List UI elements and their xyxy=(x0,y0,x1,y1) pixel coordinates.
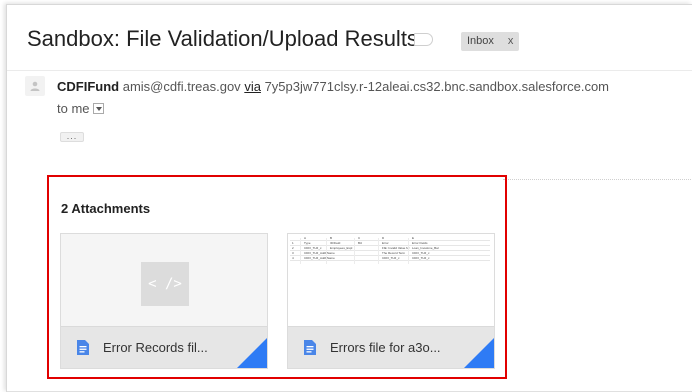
email-subject: Sandbox: File Validation/Upload Results xyxy=(27,26,418,51)
recipient-text: to me xyxy=(57,101,90,116)
subject-row: Sandbox: File Validation/Upload Results … xyxy=(7,5,692,71)
person-icon xyxy=(25,76,45,96)
download-corner xyxy=(464,338,494,368)
show-trimmed-content-button[interactable]: ... xyxy=(60,132,84,142)
chevron-down-icon[interactable] xyxy=(92,103,104,114)
inbox-label-chip[interactable]: Inbox x xyxy=(461,32,520,51)
sheet-gridline xyxy=(408,238,409,264)
code-file-icon: < /> xyxy=(141,262,189,306)
divider xyxy=(503,179,692,180)
recipient-line: to me xyxy=(57,101,104,116)
sheet-gridline xyxy=(378,238,379,264)
attachments-title: 2 Attachments xyxy=(61,201,151,216)
sheet-gridline xyxy=(354,238,355,264)
spreadsheet-preview: A B C D E 1 Type ID/Field Biz Error Erro… xyxy=(288,234,494,328)
attachment-card[interactable]: A B C D E 1 Type ID/Field Biz Error Erro… xyxy=(287,233,495,369)
attachment-card[interactable]: < /> Error Records fil... xyxy=(60,233,268,369)
inbox-label-text: Inbox xyxy=(467,35,494,47)
document-icon xyxy=(77,340,89,355)
sender-email: amis@cdfi.treas.gov xyxy=(122,79,241,94)
email-view: Sandbox: File Validation/Upload Results … xyxy=(6,4,692,392)
attachments-section: 2 Attachments < /> Error Records fil... … xyxy=(47,175,507,379)
sender-name[interactable]: CDFIFund xyxy=(57,79,119,94)
relay-domain: 7y5p3jw771clsy.r-12aleai.cs32.bnc.sandbo… xyxy=(264,79,610,94)
sheet-gridline xyxy=(326,238,327,264)
document-icon xyxy=(304,340,316,355)
label-tag-icon[interactable] xyxy=(414,33,433,46)
remove-label-button[interactable]: x xyxy=(508,35,514,47)
via-link[interactable]: via xyxy=(244,79,261,94)
attachment-name[interactable]: Error Records fil... xyxy=(103,340,208,355)
sheet-row: 4 CDFI_TLR_Addl Name CDFI_TLR_c CDFI_TLR… xyxy=(290,256,490,261)
attachment-name[interactable]: Errors file for a3o... xyxy=(330,340,441,355)
sheet-gridline xyxy=(300,238,301,264)
download-corner xyxy=(237,338,267,368)
sender-line: CDFIFund amis@cdfi.treas.gov via 7y5p3jw… xyxy=(57,79,609,94)
